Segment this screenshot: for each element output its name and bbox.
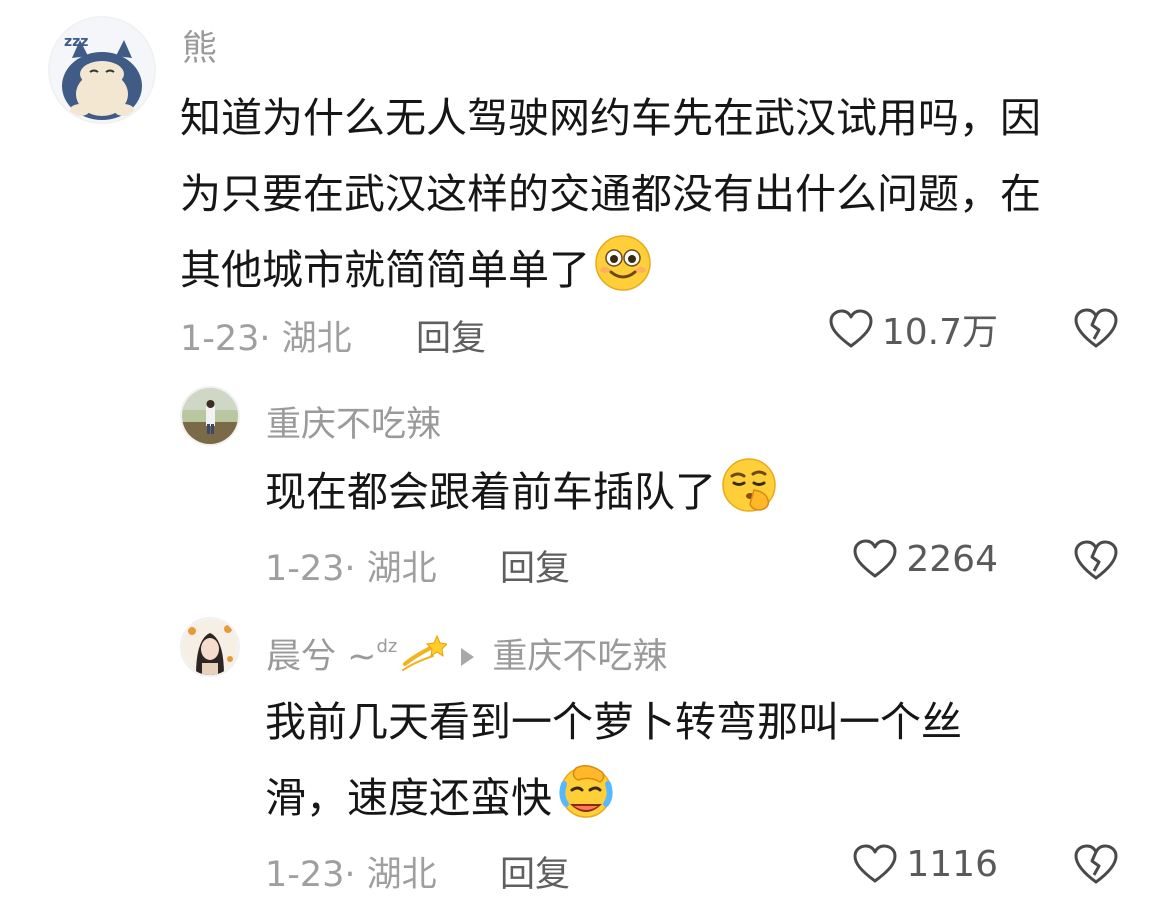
broken-heart-icon — [1074, 844, 1118, 884]
like-count: 2264 — [906, 538, 998, 580]
username-text: 晨兮 ~ — [266, 637, 377, 677]
username[interactable]: 晨兮 ~dz 重庆不吃辣 — [266, 628, 667, 683]
comment-meta: 1-23· 湖北 — [265, 549, 437, 589]
comment-text-line: 我前几天看到一个萝卜转弯那叫一个丝 — [265, 698, 962, 746]
smiling-face-emoji — [594, 234, 652, 316]
svg-text:zzz: zzz — [64, 34, 88, 50]
dislike-button[interactable] — [1072, 842, 1120, 890]
shushing-face-emoji — [720, 456, 778, 538]
reply-arrow-icon — [461, 647, 475, 666]
reply-button[interactable]: 回复 — [500, 540, 570, 591]
heart-icon — [853, 539, 897, 578]
comment-text: 我前几天看到一个萝卜转弯那叫一个丝 滑，速度还蛮快 — [265, 684, 962, 844]
dislike-button[interactable] — [1072, 306, 1120, 354]
broken-heart-icon — [1074, 540, 1118, 580]
username[interactable]: 重庆不吃辣 — [266, 396, 441, 447]
avatar[interactable]: zzz — [48, 16, 156, 124]
reply-to-user[interactable]: 重庆不吃辣 — [492, 637, 667, 677]
like-button[interactable]: 10.7万 — [828, 305, 998, 353]
reply-button[interactable]: 回复 — [500, 846, 570, 897]
like-button[interactable]: 1116 — [852, 840, 998, 888]
comment-text-line: 知道为什么无人驾驶网约车先在武汉试用吗，因 — [180, 94, 1041, 142]
comment-text-line: 现在都会跟着前车插队了 — [265, 454, 778, 538]
comment-meta: 1-23· 湖北 — [180, 319, 352, 359]
heart-icon — [829, 309, 873, 348]
dizzy-emoji — [399, 634, 449, 683]
like-count: 1116 — [906, 843, 998, 885]
dislike-button[interactable] — [1072, 538, 1120, 586]
broken-heart-icon — [1074, 308, 1118, 348]
like-button[interactable]: 2264 — [852, 535, 998, 583]
username[interactable]: 熊 — [182, 20, 217, 71]
like-count: 10.7万 — [881, 312, 998, 353]
crying-laughing-emoji — [556, 762, 616, 844]
comment-text-line: 为只要在武汉这样的交通都没有出什么问题，在 — [180, 170, 1041, 218]
avatar[interactable] — [180, 617, 240, 677]
comment-meta: 1-23· 湖北 — [265, 855, 437, 895]
comment-text: 知道为什么无人驾驶网约车先在武汉试用吗，因 为只要在武汉这样的交通都没有出什么问… — [180, 80, 1041, 316]
username-superscript: dz — [376, 636, 398, 657]
comment-text-line: 滑，速度还蛮快 — [265, 760, 962, 844]
comment-text: 现在都会跟着前车插队了 — [265, 454, 778, 538]
avatar[interactable] — [180, 386, 240, 446]
heart-icon — [853, 844, 897, 883]
reply-button[interactable]: 回复 — [416, 310, 486, 361]
